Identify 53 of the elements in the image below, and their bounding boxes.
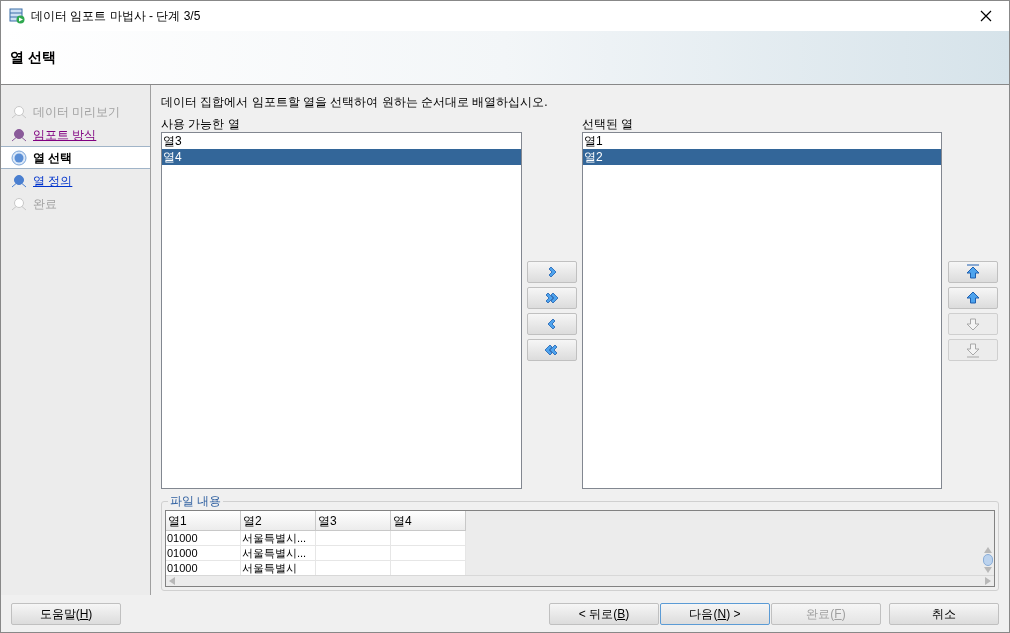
move-button[interactable] — [527, 339, 577, 361]
window-title: 데이터 임포트 마법사 - 단계 3/5 — [31, 8, 202, 25]
step-item[interactable]: 열 정의 — [1, 169, 150, 192]
move-bottom-icon — [965, 342, 981, 358]
column-header[interactable]: 열1 — [166, 511, 241, 531]
move-top-icon — [965, 264, 981, 280]
dialog-button[interactable]: 도움말(H) — [11, 602, 121, 625]
instruction-text: 데이터 집합에서 임포트할 열을 선택하여 원하는 순서대로 배열하십시오. — [161, 94, 549, 110]
list-label: 선택된 열 — [582, 117, 635, 132]
table-cell: 01000 — [166, 561, 241, 576]
step-item[interactable]: 열 선택 — [1, 146, 150, 169]
column-header[interactable]: 열2 — [241, 511, 316, 531]
column-header[interactable]: 열3 — [316, 511, 391, 531]
list-item[interactable]: 열2 — [583, 149, 941, 165]
page-heading: 열 선택 — [10, 48, 56, 67]
scroll-left-icon[interactable] — [169, 577, 175, 585]
move-button[interactable] — [527, 313, 577, 335]
list-label: 사용 가능한 열 — [161, 117, 241, 132]
app-icon — [9, 8, 25, 24]
up-arrow-icon — [965, 290, 981, 306]
list-item[interactable]: 열3 — [162, 133, 521, 149]
order-button[interactable] — [948, 287, 998, 309]
scroll-right-icon[interactable] — [985, 577, 991, 585]
dialog-button[interactable]: < 뒤로(B) — [549, 602, 659, 625]
step-node-icon — [11, 172, 27, 189]
selected-columns-list[interactable]: 열1 열2 — [582, 132, 942, 489]
double-chevron-icon — [544, 290, 560, 306]
move-button[interactable] — [527, 261, 577, 283]
step-node-icon — [11, 103, 27, 120]
step-label: 열 선택 — [33, 149, 73, 167]
step-node-icon — [11, 126, 27, 143]
horizontal-scrollbar[interactable] — [166, 575, 994, 586]
available-columns-list[interactable]: 열3 열4 — [161, 132, 522, 489]
group-title: 파일 내용 — [168, 493, 224, 509]
move-button[interactable] — [527, 287, 577, 309]
table-cell: 서울특별시 — [241, 561, 316, 576]
order-button[interactable] — [948, 261, 998, 283]
column-header[interactable]: 열4 — [391, 511, 466, 531]
list-item[interactable]: 열4 — [162, 149, 521, 165]
step-label: 임포트 방식 — [33, 126, 97, 144]
scroll-thumb[interactable] — [983, 554, 993, 566]
list-item[interactable]: 열1 — [583, 133, 941, 149]
step-node-icon — [11, 149, 27, 166]
step-label: 완료 — [33, 195, 57, 213]
close-icon — [980, 10, 992, 22]
double-chevron-icon — [544, 342, 560, 358]
step-node-icon — [11, 195, 27, 212]
down-arrow-icon — [965, 316, 981, 332]
dialog-button[interactable]: 다음(N) > — [660, 602, 770, 625]
step-label: 열 정의 — [33, 172, 73, 190]
step-label: 데이터 미리보기 — [33, 103, 121, 121]
step-item[interactable]: 임포트 방식 — [1, 123, 150, 146]
dialog-button[interactable]: 취소 — [889, 602, 999, 625]
